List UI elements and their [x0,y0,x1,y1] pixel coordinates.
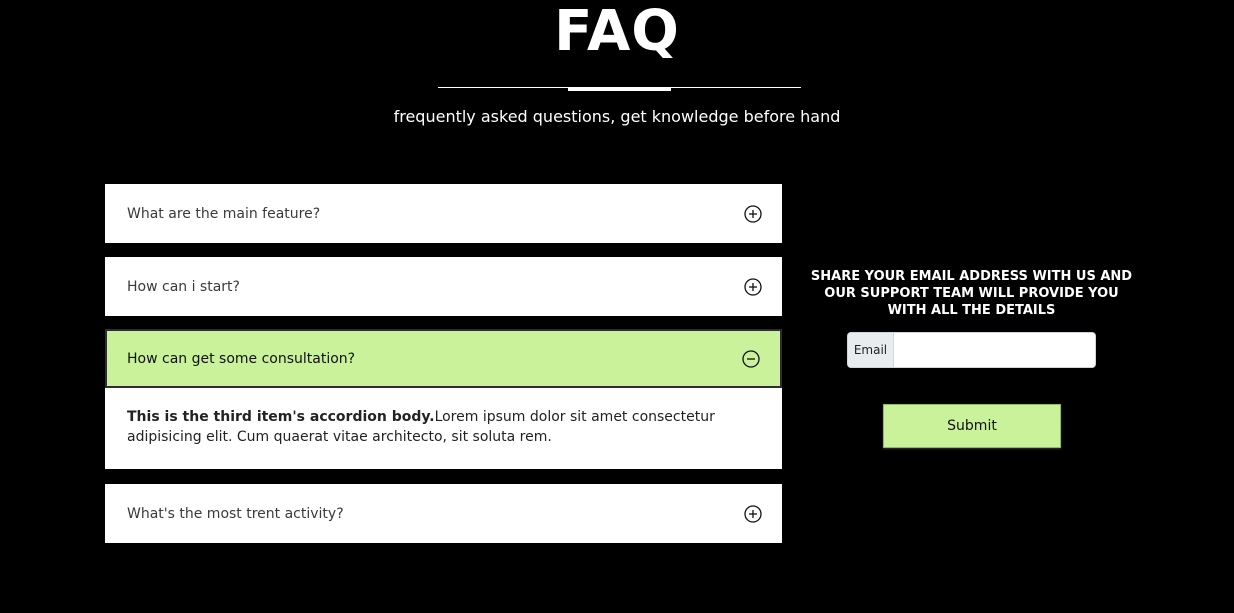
accordion-item-consultation: How can get some consultation? This is t… [105,329,782,469]
accordion-question: How can i start? [127,278,240,295]
email-signup-heading: Share your email address with us and our… [810,269,1133,318]
email-input-group: Email [847,332,1096,368]
email-label: Email [848,333,894,367]
accordion-question: What's the most trent activity? [127,505,344,522]
accordion-body-consultation: This is the third item's accordion body.… [105,388,782,469]
accordion-header-consultation[interactable]: How can get some consultation? [105,329,782,388]
accordion-header-trending-activity[interactable]: What's the most trent activity? [105,484,782,543]
accordion-question: How can get some consultation? [127,350,356,367]
accordion-item-how-to-start: How can i start? [105,257,782,316]
page-subtitle: frequently asked questions, get knowledg… [393,107,841,126]
accordion-header-main-features[interactable]: What are the main feature? [105,184,782,243]
minus-circle-icon[interactable] [742,349,760,368]
accordion-item-main-features: What are the main feature? [105,184,782,243]
plus-circle-icon[interactable] [744,204,762,223]
email-input[interactable] [894,333,1095,367]
accordion-body-strong: This is the third item's accordion body. [127,409,435,425]
accordion-question: What are the main feature? [127,205,321,222]
title-divider-accent [568,87,671,91]
email-signup-panel: Share your email address with us and our… [806,268,1137,448]
plus-circle-icon[interactable] [744,277,762,296]
accordion-item-trending-activity: What's the most trent activity? [105,484,782,543]
page-title: FAQ [554,0,680,64]
submit-button[interactable]: Submit [883,404,1061,448]
accordion-header-how-to-start[interactable]: How can i start? [105,257,782,316]
plus-circle-icon[interactable] [744,504,762,523]
faq-page: FAQ frequently asked questions, get know… [0,0,1234,613]
